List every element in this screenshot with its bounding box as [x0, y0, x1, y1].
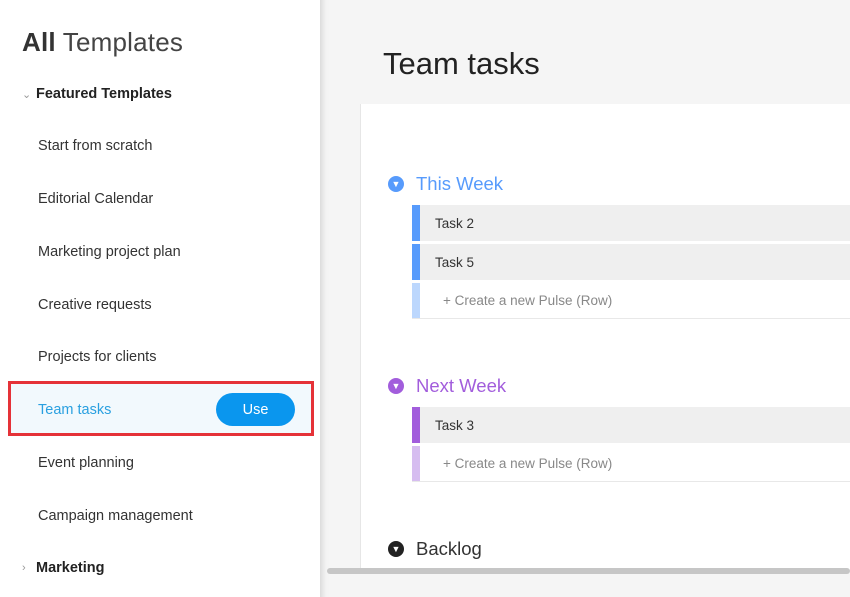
section-label: Marketing — [36, 560, 105, 576]
chevron-right-icon: › — [22, 562, 26, 574]
template-item-team-tasks[interactable]: Team tasks — [38, 402, 111, 418]
chevron-down-icon: ⌄ — [22, 88, 32, 101]
section-label: Featured Templates — [36, 86, 172, 102]
table-row[interactable]: Task 2 — [412, 205, 850, 241]
sidebar-title-rest: Templates — [62, 27, 184, 57]
create-pulse-label: + Create a new Pulse (Row) — [443, 293, 613, 308]
group-this-week[interactable]: ▼ This Week — [388, 173, 503, 195]
table-row[interactable]: Task 5 — [412, 244, 850, 280]
group-collapse-icon[interactable]: ▼ — [388, 176, 404, 192]
row-name: Task 2 — [435, 215, 475, 231]
group-title: Backlog — [416, 538, 482, 559]
row-name: Task 3 — [435, 417, 475, 433]
template-item-campaign-management[interactable]: Campaign management — [38, 508, 193, 524]
template-item-marketing-project-plan[interactable]: Marketing project plan — [38, 244, 181, 260]
row-color-bar — [412, 283, 420, 318]
template-item-start-from-scratch[interactable]: Start from scratch — [38, 138, 152, 154]
row-name: Task 5 — [435, 254, 475, 270]
create-pulse-row[interactable]: + Create a new Pulse (Row) — [412, 283, 850, 319]
sidebar-title-bold: All — [22, 27, 56, 57]
row-color-bar — [412, 205, 420, 241]
row-color-bar — [412, 446, 420, 481]
table-row[interactable]: Task 3 — [412, 407, 850, 443]
page-title: Team tasks — [383, 46, 540, 81]
section-marketing[interactable]: › Marketing — [22, 560, 105, 576]
use-template-button[interactable]: Use — [216, 393, 295, 426]
create-pulse-label: + Create a new Pulse (Row) — [443, 456, 613, 471]
create-pulse-row[interactable]: + Create a new Pulse (Row) — [412, 446, 850, 482]
horizontal-scrollbar[interactable] — [327, 568, 850, 574]
template-item-creative-requests[interactable]: Creative requests — [38, 297, 152, 313]
templates-sidebar: All Templates ⌄ Featured Templates Start… — [0, 0, 320, 597]
row-color-bar — [412, 407, 420, 443]
group-next-week[interactable]: ▼ Next Week — [388, 375, 506, 397]
section-featured-templates[interactable]: ⌄ Featured Templates — [22, 86, 172, 102]
template-item-projects-for-clients[interactable]: Projects for clients — [38, 349, 156, 365]
template-item-event-planning[interactable]: Event planning — [38, 455, 134, 471]
template-item-editorial-calendar[interactable]: Editorial Calendar — [38, 191, 153, 207]
row-color-bar — [412, 244, 420, 280]
group-title: Next Week — [416, 375, 507, 396]
group-collapse-icon[interactable]: ▼ — [388, 378, 404, 394]
group-collapse-icon[interactable]: ▼ — [388, 541, 404, 557]
group-title: This Week — [416, 173, 504, 194]
sidebar-divider — [320, 0, 330, 597]
group-backlog[interactable]: ▼ Backlog — [388, 538, 482, 560]
sidebar-title: All Templates — [22, 27, 183, 58]
